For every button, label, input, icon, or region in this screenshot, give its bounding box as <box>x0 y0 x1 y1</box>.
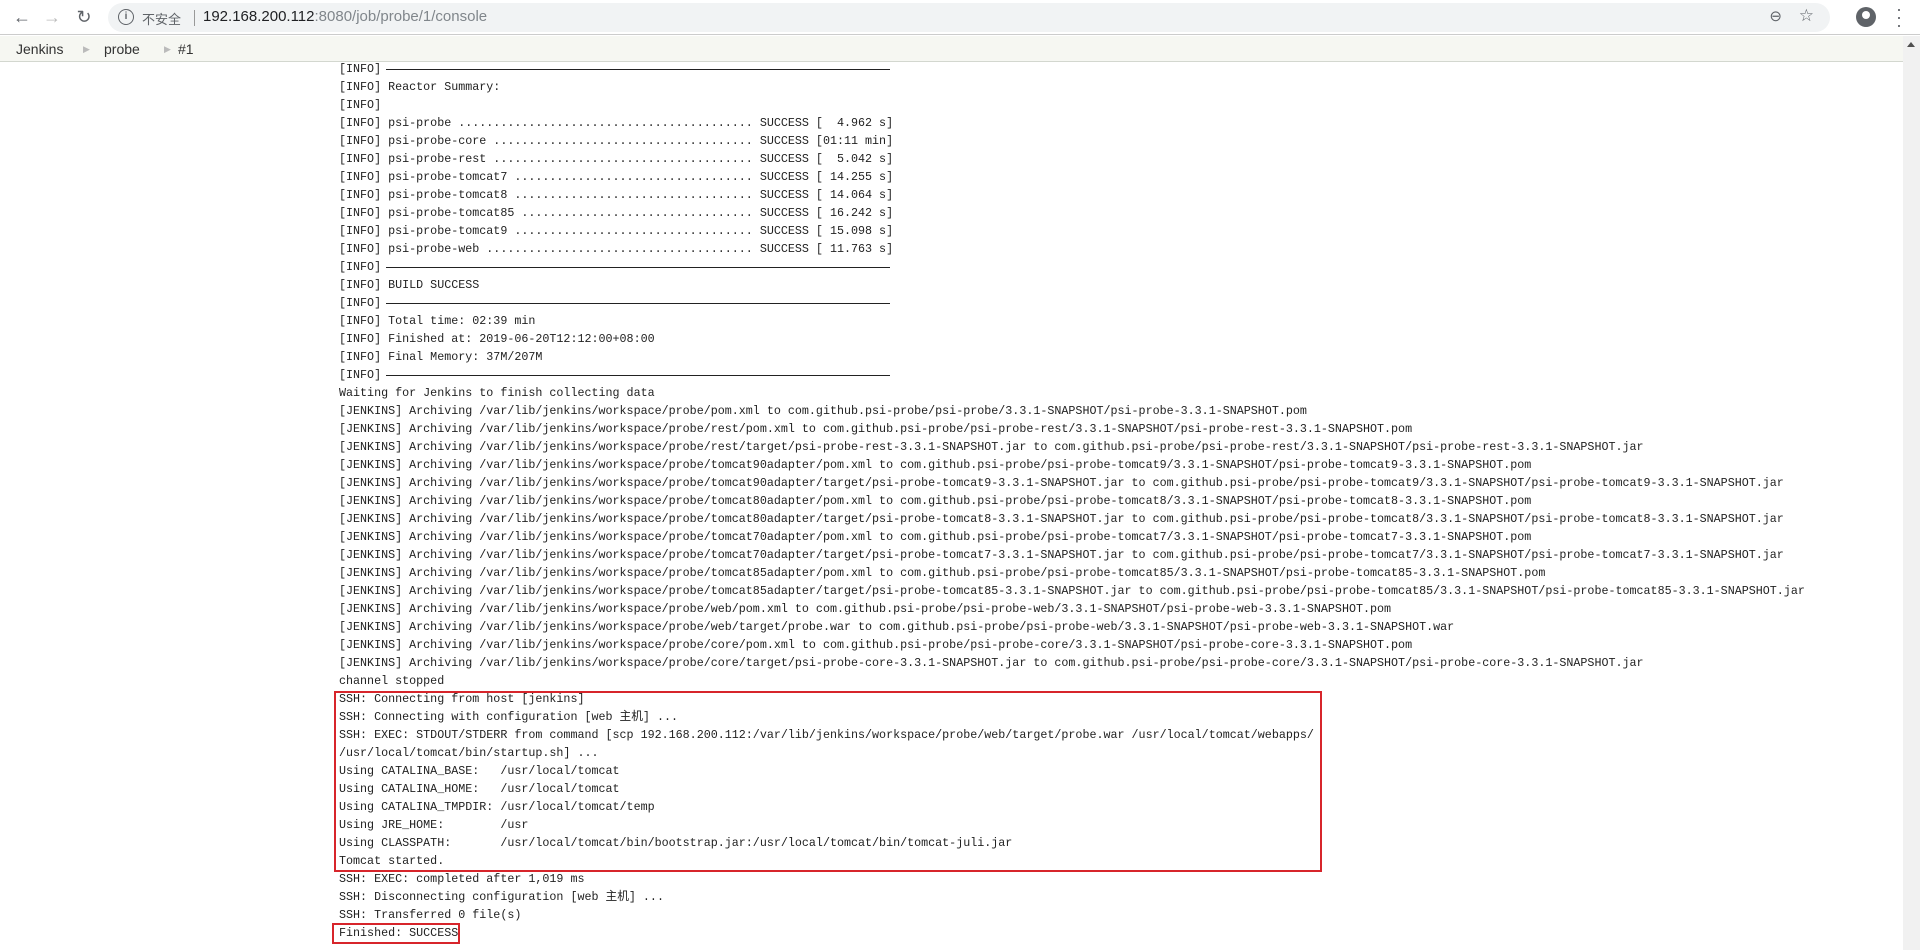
chevron-right-icon: ▶ <box>83 44 90 54</box>
console-line: [JENKINS] Archiving /var/lib/jenkins/wor… <box>339 512 1784 526</box>
breadcrumb: Jenkins ▶ probe ▶ #1 <box>0 36 1903 62</box>
console-line: [INFO] Finished at: 2019-06-20T12:12:00+… <box>339 332 655 346</box>
url-text[interactable]: 192.168.200.112:8080/job/probe/1/console <box>203 8 487 25</box>
console-line: [INFO] <box>339 366 1805 384</box>
console-line: [INFO] psi-probe-core ..................… <box>339 134 894 148</box>
bookmark-star-icon[interactable]: ☆ <box>1799 6 1814 26</box>
kebab-menu-icon[interactable]: · · · <box>1894 0 1904 34</box>
zoom-out-icon[interactable]: ⊖ <box>1769 7 1782 25</box>
console-line: SSH: EXEC: completed after 1,019 ms <box>339 872 585 886</box>
console-line: [INFO] psi-probe-web ...................… <box>339 242 894 256</box>
console-line: [INFO] <box>339 98 382 112</box>
console-line: [INFO] psi-probe-tomcat9 ...............… <box>339 224 894 238</box>
console-line: [INFO] Total time: 02:39 min <box>339 314 536 328</box>
breadcrumb-jenkins[interactable]: Jenkins <box>16 41 63 57</box>
separator-rule <box>386 267 890 268</box>
console-line: [INFO] psi-probe-tomcat8 ...............… <box>339 188 894 202</box>
console-line: [JENKINS] Archiving /var/lib/jenkins/wor… <box>339 404 1307 418</box>
console-line: [INFO] <box>339 60 1805 78</box>
forward-icon[interactable]: → <box>40 5 64 29</box>
chevron-right-icon: ▶ <box>164 44 171 54</box>
divider <box>194 10 195 26</box>
scrollbar[interactable] <box>1903 36 1920 950</box>
highlight-box-finished <box>332 923 460 944</box>
back-icon[interactable]: ← <box>10 5 34 29</box>
console-line: [JENKINS] Archiving /var/lib/jenkins/wor… <box>339 476 1784 490</box>
breadcrumb-build[interactable]: #1 <box>178 41 194 57</box>
console-line: [JENKINS] Archiving /var/lib/jenkins/wor… <box>339 530 1532 544</box>
console-line: [JENKINS] Archiving /var/lib/jenkins/wor… <box>339 494 1532 508</box>
console-line: [JENKINS] Archiving /var/lib/jenkins/wor… <box>339 458 1532 472</box>
breadcrumb-probe[interactable]: probe <box>104 41 140 57</box>
console-line: [INFO] Reactor Summary: <box>339 80 501 94</box>
console-line: channel stopped <box>339 674 445 688</box>
info-icon[interactable]: i <box>118 9 134 25</box>
separator-rule <box>386 303 890 304</box>
console-line: SSH: Transferred 0 file(s) <box>339 908 522 922</box>
console-line: [JENKINS] Archiving /var/lib/jenkins/wor… <box>339 566 1546 580</box>
console-line: [JENKINS] Archiving /var/lib/jenkins/wor… <box>339 602 1392 616</box>
url-host: 192.168.200.112 <box>203 8 315 25</box>
console-line: Waiting for Jenkins to finish collecting… <box>339 386 655 400</box>
console-line: [JENKINS] Archiving /var/lib/jenkins/wor… <box>339 422 1413 436</box>
console-line: [INFO] <box>339 294 1805 312</box>
console-line: [INFO] BUILD SUCCESS <box>339 278 480 292</box>
separator-rule <box>386 69 890 70</box>
console-line: [INFO] psi-probe-tomcat7 ...............… <box>339 170 894 184</box>
reload-icon[interactable]: ↻ <box>72 5 96 29</box>
console-line: [JENKINS] Archiving /var/lib/jenkins/wor… <box>339 620 1455 634</box>
console-line: [JENKINS] Archiving /var/lib/jenkins/wor… <box>339 440 1644 454</box>
highlight-box-ssh-deploy <box>334 691 1322 872</box>
console-line: [INFO] Final Memory: 37M/207M <box>339 350 543 364</box>
insecure-label: 不安全 <box>142 12 182 27</box>
console-line: [INFO] psi-probe-rest ..................… <box>339 152 894 166</box>
url-path: :8080/job/probe/1/console <box>314 8 488 25</box>
scroll-up-icon[interactable] <box>1907 42 1915 47</box>
console-line: SSH: Disconnecting configuration [web 主机… <box>339 890 664 904</box>
console-line: [INFO] psi-probe-tomcat85 ..............… <box>339 206 894 220</box>
separator-rule <box>386 375 890 376</box>
console-line: [JENKINS] Archiving /var/lib/jenkins/wor… <box>339 584 1805 598</box>
browser-toolbar: ← → ↻ i 不安全 192.168.200.112:8080/job/pro… <box>0 0 1920 35</box>
console-line: [JENKINS] Archiving /var/lib/jenkins/wor… <box>339 548 1784 562</box>
address-bar[interactable]: i 不安全 192.168.200.112:8080/job/probe/1/c… <box>108 3 1830 32</box>
console-line: [INFO] psi-probe .......................… <box>339 116 894 130</box>
console-line: Finished: SUCCESS <box>339 926 459 940</box>
console-line: [INFO] <box>339 258 1805 276</box>
console-line: [JENKINS] Archiving /var/lib/jenkins/wor… <box>339 638 1413 652</box>
profile-avatar-icon[interactable] <box>1856 7 1876 27</box>
console-line: [JENKINS] Archiving /var/lib/jenkins/wor… <box>339 656 1644 670</box>
